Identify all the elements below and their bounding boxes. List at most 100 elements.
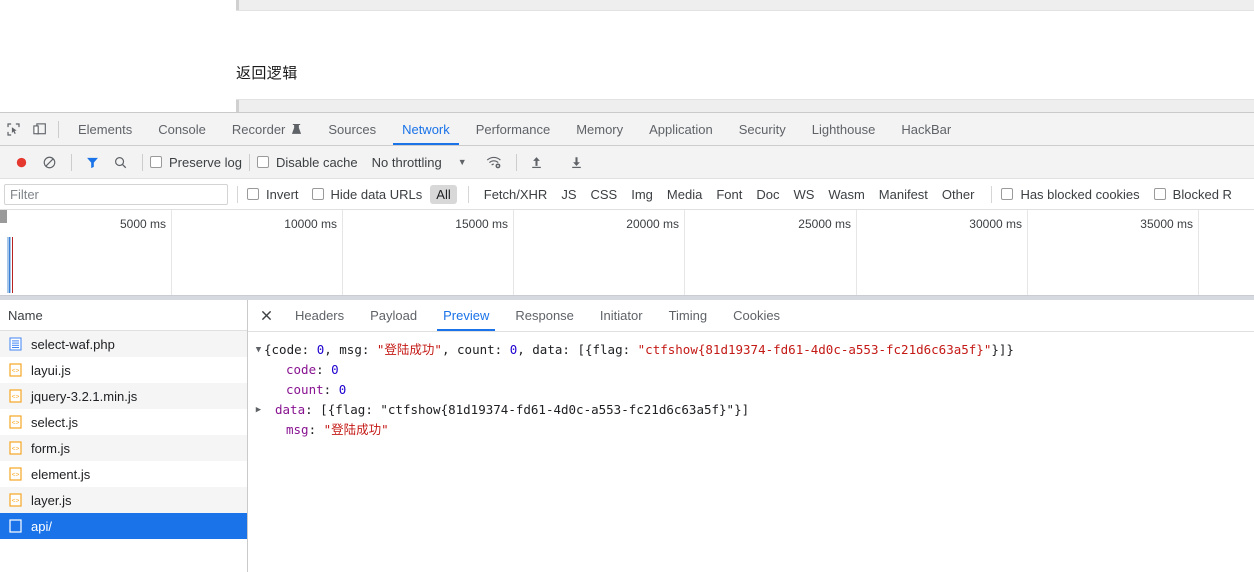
script-js-icon: <> [8,363,22,377]
json-row-data[interactable]: ▶ data: [{flag: "ctfshow{81d19374-fd61-4d… [248,400,1254,420]
script-js-icon: <> [8,467,22,481]
filter-type-img[interactable]: Img [625,185,659,204]
table-row[interactable]: select-waf.php [0,331,247,357]
table-row[interactable]: <> form.js [0,435,247,461]
request-name: element.js [31,466,91,482]
filter-type-js[interactable]: JS [555,185,582,204]
overview-tick-3: 15000 ms [455,217,508,231]
filter-type-media[interactable]: Media [661,185,708,204]
detail-tab-preview-label: Preview [443,308,490,323]
filter-input[interactable] [4,183,228,205]
tab-security[interactable]: Security [726,114,799,145]
filter-type-all[interactable]: All [430,184,457,204]
device-toolbar-icon[interactable] [26,116,52,142]
json-key: code [286,362,317,377]
detail-tab-preview[interactable]: Preview [430,301,502,331]
request-name: layer.js [31,492,72,508]
tab-application[interactable]: Application [636,114,726,145]
inspect-cursor-icon[interactable] [0,116,26,142]
table-row[interactable]: <> jquery-3.2.1.min.js [0,383,247,409]
invert-checkbox[interactable]: Invert [247,187,299,202]
filter-type-font[interactable]: Font [710,185,748,204]
json-root-line[interactable]: ▼ {code: 0, msg: "登陆成功", count: 0, data: … [248,340,1254,360]
has-blocked-cookies-checkbox[interactable]: Has blocked cookies [1001,187,1140,202]
table-row[interactable]: api/ [0,513,247,539]
disable-cache-checkbox[interactable]: Disable cache [256,155,358,170]
table-row[interactable]: <> select.js [0,409,247,435]
import-har-up-arrow-icon[interactable] [524,149,550,175]
tab-recorder-label: Recorder [231,121,286,137]
tab-memory[interactable]: Memory [563,114,636,145]
export-har-down-arrow-icon[interactable] [564,149,590,175]
throttling-label: No throttling [371,154,442,170]
checkbox-box [256,156,269,168]
invert-label: Invert [266,186,299,202]
hide-data-urls-checkbox[interactable]: Hide data URLs [311,186,423,202]
table-row[interactable]: <> element.js [0,461,247,487]
detail-tab-payload-label: Payload [370,308,418,323]
filter-type-wasm[interactable]: Wasm [822,185,870,204]
record-circle-icon[interactable] [8,149,34,175]
expand-triangle-icon[interactable]: ▼ [253,340,264,360]
filter-type-ws[interactable]: WS [787,185,820,204]
tab-performance[interactable]: Performance [463,114,563,145]
filter-type-media-label: Media [666,186,703,202]
network-overview-timeline[interactable]: 5000 ms 10000 ms 15000 ms 20000 ms 25000… [0,210,1254,296]
tab-console[interactable]: Console [145,114,219,145]
detail-tab-initiator[interactable]: Initiator [587,301,656,331]
network-conditions-wifi-icon[interactable] [481,149,507,175]
preserve-log-label: Preserve log [169,154,242,170]
json-value: 0 [338,382,347,397]
request-name: api/ [31,518,52,534]
tab-elements[interactable]: Elements [65,114,145,145]
detail-tab-response[interactable]: Response [502,301,587,331]
hide-data-urls-label: Hide data URLs [330,186,423,202]
filter-type-js-label: JS [561,186,577,202]
detail-tab-timing[interactable]: Timing [656,301,721,331]
clear-no-entry-icon[interactable] [36,149,62,175]
tab-lighthouse[interactable]: Lighthouse [799,114,889,145]
expand-triangle-icon[interactable]: ▶ [253,400,264,420]
tab-sources[interactable]: Sources [315,114,389,145]
close-x-icon[interactable] [254,304,278,328]
preserve-log-checkbox[interactable]: Preserve log [150,155,242,170]
filter-type-other[interactable]: Other [936,185,981,204]
page-top-strip-edge [236,0,239,10]
overview-tick-7: 35000 ms [1140,217,1193,231]
filter-type-ws-label: WS [793,186,815,202]
tab-network[interactable]: Network [389,114,463,145]
filter-type-manifest[interactable]: Manifest [873,185,934,204]
filter-type-doc[interactable]: Doc [750,185,785,204]
detail-tab-payload[interactable]: Payload [357,301,430,331]
filter-type-fetch-xhr-label: Fetch/XHR [483,186,548,202]
detail-tab-headers[interactable]: Headers [282,301,357,331]
page-heading-text: 返回逻辑 [236,64,298,82]
toolbar-separator [248,153,250,171]
json-row-count[interactable]: count: 0 [248,380,1254,400]
toolbar-separator [515,153,517,171]
detail-tab-cookies[interactable]: Cookies [720,301,793,331]
json-row-msg[interactable]: msg: "登陆成功" [248,420,1254,440]
table-row[interactable]: <> layui.js [0,357,247,383]
experiment-flask-icon [291,123,302,135]
table-row[interactable]: <> layer.js [0,487,247,513]
detail-tab-headers-label: Headers [295,308,345,323]
filter-type-css-label: CSS [590,186,618,202]
overview-gridlines: 5000 ms 10000 ms 15000 ms 20000 ms 25000… [0,210,1254,295]
tab-recorder[interactable]: Recorder [219,114,315,145]
filter-type-fetch-xhr[interactable]: Fetch/XHR [478,185,554,204]
request-list-header[interactable]: Name [0,300,247,331]
request-name: jquery-3.2.1.min.js [31,388,138,404]
search-magnifier-icon[interactable] [107,149,133,175]
chevron-down-icon[interactable]: ▼ [458,157,467,167]
script-js-icon: <> [8,493,22,507]
blocked-requests-label: Blocked R [1172,186,1232,202]
blocked-requests-checkbox[interactable]: Blocked R [1153,186,1232,202]
page-bottom-strip-edge [236,100,239,112]
detail-tab-initiator-label: Initiator [599,308,643,323]
json-row-code[interactable]: code: 0 [248,360,1254,380]
filter-type-css[interactable]: CSS [585,185,624,204]
tab-hackbar[interactable]: HackBar [888,114,964,145]
funnel-filter-icon[interactable] [79,149,105,175]
throttling-select[interactable]: No throttling [372,155,442,170]
